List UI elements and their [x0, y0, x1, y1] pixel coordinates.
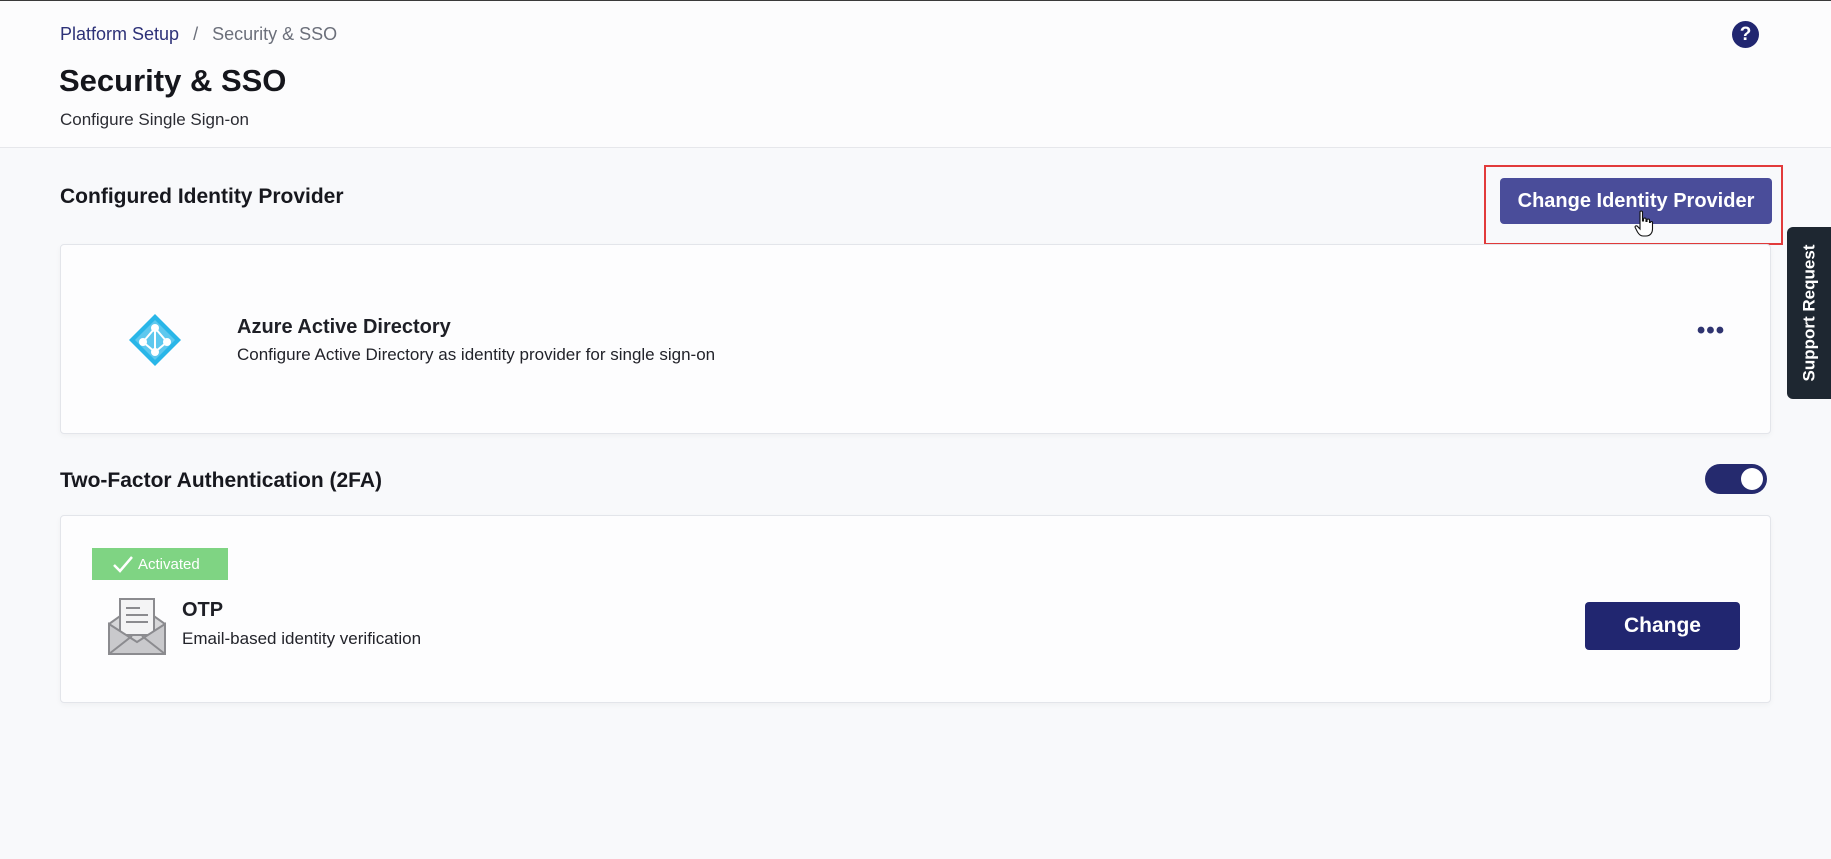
support-request-label: Support Request	[1799, 244, 1819, 382]
breadcrumb-platform-setup[interactable]: Platform Setup	[60, 24, 179, 44]
two-factor-section-title: Two-Factor Authentication (2FA)	[60, 469, 382, 492]
page-header: Platform Setup / Security & SSO Security &…	[0, 1, 1831, 148]
help-icon[interactable]: ?	[1732, 21, 1759, 48]
page-subtitle: Configure Single Sign-on	[60, 110, 250, 129]
email-envelope-icon	[108, 598, 166, 655]
breadcrumb: Platform Setup / Security & SSO	[60, 24, 337, 45]
support-request-tab[interactable]: Support Request	[1787, 227, 1831, 399]
more-options-icon[interactable]: •••	[1689, 317, 1733, 345]
hand-cursor-icon	[1634, 210, 1654, 237]
two-factor-toggle[interactable]	[1705, 464, 1767, 494]
activated-badge: Activated	[92, 548, 228, 580]
check-icon	[113, 556, 133, 573]
page-title: Security & SSO	[59, 63, 287, 98]
provider-name: Azure Active Directory	[237, 316, 451, 338]
breadcrumb-current: Security & SSO	[212, 24, 338, 44]
provider-description: Configure Active Directory as identity p…	[237, 345, 716, 364]
identity-provider-section-title: Configured Identity Provider	[60, 185, 344, 208]
change-2fa-button[interactable]: Change	[1585, 602, 1740, 650]
two-factor-card: Activated OTP Email-based identity verif…	[60, 515, 1771, 703]
identity-provider-card: Azure Active Directory Configure Active …	[60, 244, 1771, 434]
otp-title: OTP	[182, 599, 224, 621]
breadcrumb-separator: /	[193, 24, 199, 44]
toggle-knob	[1741, 468, 1763, 490]
activated-badge-label: Activated	[138, 555, 200, 573]
azure-active-directory-icon	[129, 314, 181, 366]
otp-description: Email-based identity verification	[182, 629, 422, 648]
